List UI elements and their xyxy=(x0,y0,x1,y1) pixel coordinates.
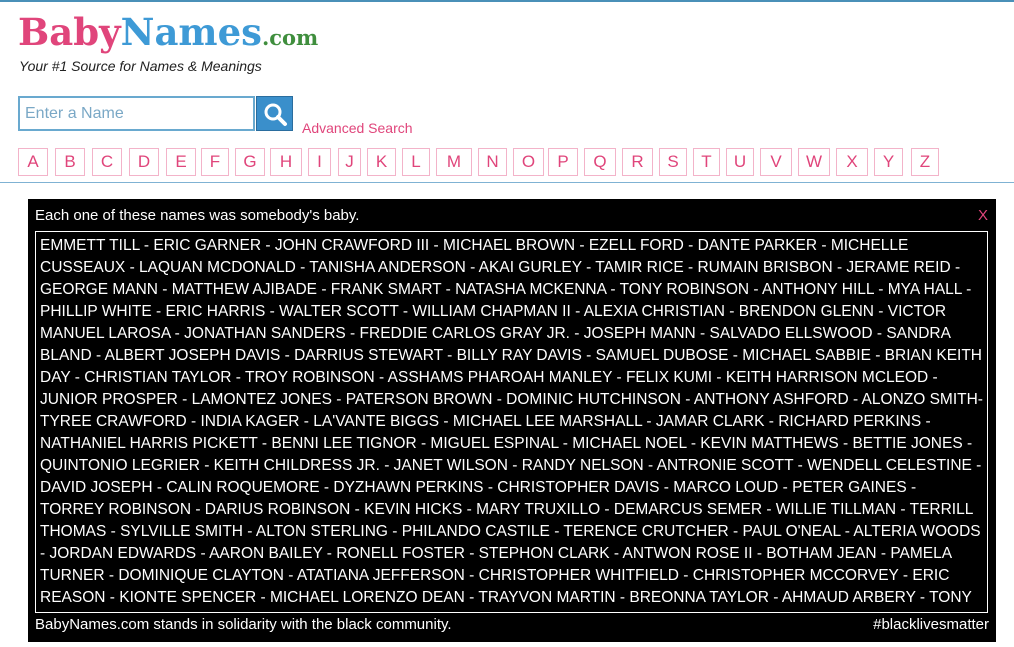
letter-v[interactable]: V xyxy=(760,148,792,176)
letter-u[interactable]: U xyxy=(726,148,754,176)
letter-r[interactable]: R xyxy=(622,148,653,176)
hashtag: #blacklivesmatter xyxy=(873,616,989,633)
letter-s[interactable]: S xyxy=(659,148,687,176)
memorial-banner: Each one of these names was somebody's b… xyxy=(28,199,996,642)
letter-z[interactable]: Z xyxy=(911,148,939,176)
close-button[interactable]: X xyxy=(978,207,988,224)
memorial-header: Each one of these names was somebody's b… xyxy=(35,207,360,224)
search-input[interactable] xyxy=(18,96,255,131)
letter-n[interactable]: N xyxy=(478,148,507,176)
site-header: BabyNames.com Your #1 Source for Names &… xyxy=(0,2,1014,183)
letter-c[interactable]: C xyxy=(92,148,122,176)
letter-q[interactable]: Q xyxy=(584,148,616,176)
letter-j[interactable]: J xyxy=(338,148,361,176)
logo-com: .com xyxy=(261,25,319,50)
names-list: EMMETT TILL - ERIC GARNER - JOHN CRAWFOR… xyxy=(35,231,988,613)
alphabet-nav: ABCDEFGHIJKLMNOPQRSTUVWXYZ xyxy=(18,148,1008,178)
letter-f[interactable]: F xyxy=(201,148,229,176)
letter-l[interactable]: L xyxy=(402,148,430,176)
letter-y[interactable]: Y xyxy=(874,148,903,176)
letter-e[interactable]: E xyxy=(166,148,196,176)
letter-o[interactable]: O xyxy=(513,148,544,176)
search-icon xyxy=(264,103,287,126)
letter-k[interactable]: K xyxy=(367,148,396,176)
site-logo[interactable]: BabyNames.com xyxy=(18,10,318,60)
tagline: Your #1 Source for Names & Meanings xyxy=(19,58,262,74)
letter-p[interactable]: P xyxy=(548,148,578,176)
letter-h[interactable]: H xyxy=(270,148,302,176)
letter-w[interactable]: W xyxy=(798,148,830,176)
letter-i[interactable]: I xyxy=(308,148,331,176)
letter-b[interactable]: B xyxy=(55,148,85,176)
letter-g[interactable]: G xyxy=(235,148,265,176)
search-button[interactable] xyxy=(256,96,293,131)
letter-x[interactable]: X xyxy=(836,148,868,176)
letter-m[interactable]: M xyxy=(436,148,472,176)
advanced-search-link[interactable]: Advanced Search xyxy=(302,120,413,136)
solidarity-statement: BabyNames.com stands in solidarity with … xyxy=(35,616,452,633)
logo-baby: Baby xyxy=(18,10,121,54)
letter-t[interactable]: T xyxy=(693,148,720,176)
logo-names: Names xyxy=(120,10,262,54)
letter-a[interactable]: A xyxy=(18,148,48,176)
letter-d[interactable]: D xyxy=(129,148,159,176)
